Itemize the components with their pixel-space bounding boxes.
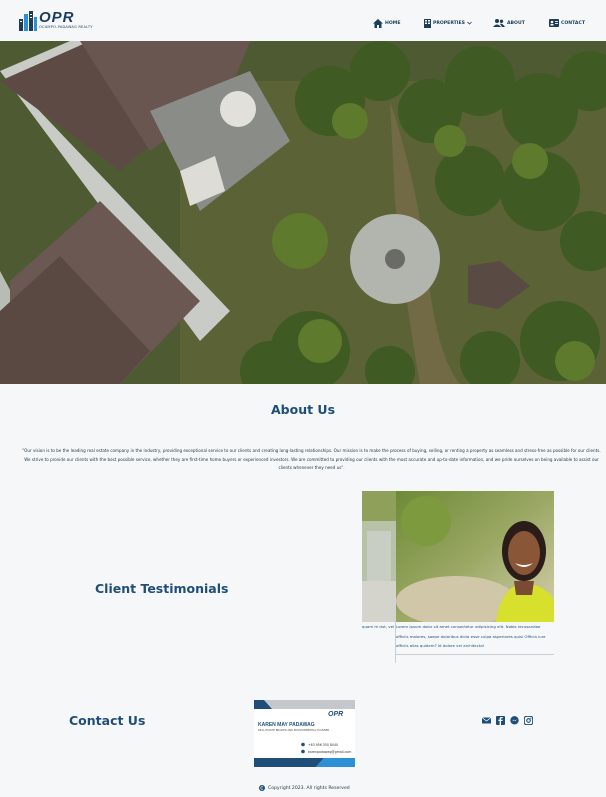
messenger-icon[interactable] (510, 712, 519, 725)
nav-home[interactable]: HOME (373, 17, 400, 29)
testimonial-slide[interactable]: Lorem ipsum dolor sit amet consectetur a… (396, 491, 554, 663)
card-phone: +63 956 550 8040 (308, 743, 339, 747)
nav-properties[interactable]: PROPERTIES (424, 17, 472, 29)
hero-aerial-image (0, 41, 606, 384)
contact-title: Contact Us (69, 713, 146, 728)
site-logo[interactable]: OPR OCAMPO-PADAWAG REALTY (19, 9, 92, 33)
copyright-text: Copyright 2023. All rights Reserved (268, 785, 350, 791)
copyright: Copyright 2023. All rights Reserved (259, 785, 350, 791)
about-text: "Our vision is to be the leading real es… (22, 448, 601, 471)
nav-contact-label: CONTACT (561, 20, 585, 26)
building-icon (424, 18, 431, 28)
copyright-icon (259, 785, 265, 791)
testimonial-photo (396, 491, 554, 626)
testimonials-title: Client Testimonials (95, 581, 229, 596)
nav-properties-label: PROPERTIES (433, 20, 465, 26)
testimonial-slide-prev[interactable]: quam m dut, vel (362, 491, 396, 663)
testimonial-text: Lorem ipsum dolor sit amet consectetur a… (396, 624, 546, 648)
site-header: OPR OCAMPO-PADAWAG REALTY HOME PROPERTIE… (0, 0, 606, 41)
logo-subtext: OCAMPO-PADAWAG REALTY (39, 25, 93, 29)
social-links (481, 712, 534, 726)
testimonial-prev-photo (362, 491, 396, 622)
card-email: karenpadawag@gmail.com (308, 750, 352, 754)
about-title: About Us (270, 402, 336, 417)
email-icon[interactable] (481, 712, 492, 724)
users-icon (493, 19, 505, 27)
testimonials-carousel[interactable]: quam m dut, vel Lorem ipsum dolor sit am… (362, 491, 554, 663)
testimonial-divider (396, 654, 554, 655)
nav-home-label: HOME (385, 20, 401, 26)
card-role: REAL ESTATE BROKER AND ENVIRONMENTAL PLA… (258, 729, 330, 732)
chevron-down-icon (467, 21, 472, 25)
nav-about[interactable]: ABOUT (493, 17, 525, 29)
card-name: KAREN MAY PADAWAG (258, 722, 315, 728)
contact-card-icon (549, 19, 559, 27)
facebook-icon[interactable] (496, 712, 505, 725)
card-logo: OPR (328, 711, 344, 718)
nav-about-label: ABOUT (507, 20, 525, 26)
business-card: OPR KAREN MAY PADAWAG REAL ESTATE BROKER… (254, 700, 355, 767)
testimonial-prev-text: quam m dut, vel (362, 624, 395, 629)
building-logo-icon (19, 11, 37, 31)
nav-contact[interactable]: CONTACT (549, 17, 585, 29)
logo-wordmark: OPR (39, 9, 75, 26)
home-icon (373, 18, 383, 28)
instagram-icon[interactable] (523, 712, 534, 726)
